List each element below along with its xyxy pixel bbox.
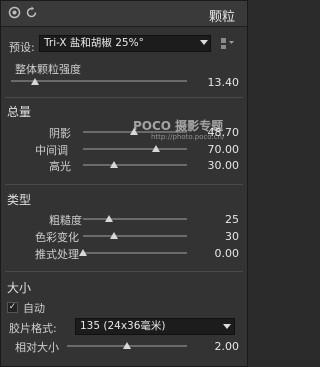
push-processing-label: 推式处理 (35, 248, 79, 261)
midtones-label: 中间调 (35, 144, 68, 157)
relative-size-thumb[interactable] (123, 342, 131, 349)
preset-menu-icon[interactable] (218, 35, 238, 52)
color-variation-thumb[interactable] (110, 232, 119, 239)
panel-header: 颗粒 (1, 1, 247, 27)
section-divider (5, 184, 243, 185)
push-processing-value[interactable]: 0.00 (189, 247, 240, 260)
reset-icon[interactable] (25, 6, 38, 19)
overall-strength-thumb[interactable] (30, 78, 39, 85)
film-format-label: 胶片格式: (9, 322, 57, 335)
watermark-url: http://photo.poco.cn/ (151, 133, 225, 141)
push-processing-track[interactable] (83, 252, 187, 254)
roughness-value[interactable]: 25 (189, 213, 239, 226)
chevron-down-icon (223, 324, 231, 329)
amount-section-title: 总量 (7, 105, 32, 119)
type-section-title: 类型 (7, 193, 32, 207)
color-variation-track[interactable] (83, 235, 187, 237)
roughness-thumb[interactable] (105, 215, 113, 222)
preset-dropdown[interactable]: Tri-X 盐和胡椒 25%° (39, 35, 211, 52)
highlights-value[interactable]: 30.00 (189, 159, 240, 172)
section-divider (5, 97, 243, 98)
roughness-track[interactable] (83, 218, 187, 220)
circle-toggle-icon[interactable] (8, 6, 21, 19)
relative-size-value[interactable]: 2.00 (189, 340, 240, 353)
midtones-value[interactable]: 70.00 (189, 143, 240, 156)
size-section-title: 大小 (7, 281, 32, 295)
panel-title: 颗粒 (208, 10, 235, 25)
highlights-thumb[interactable] (110, 161, 119, 168)
film-format-dropdown[interactable]: 135 (24x36毫米) (75, 318, 235, 335)
color-variation-label: 色彩变化 (35, 231, 79, 244)
overall-strength-value[interactable]: 13.40 (189, 76, 240, 89)
push-processing-thumb[interactable] (79, 249, 87, 256)
watermark-brand: POCO 摄影专题 (133, 119, 224, 133)
color-variation-value[interactable]: 30 (189, 230, 239, 243)
midtones-thumb[interactable] (151, 145, 160, 152)
section-divider (5, 271, 243, 272)
shadows-label: 阴影 (49, 127, 71, 140)
highlights-label: 高光 (49, 160, 71, 173)
grain-panel: 颗粒 预设: Tri-X 盐和胡椒 25%° 整体颗粒强度 13.40 总量 阴… (0, 0, 248, 367)
highlights-track[interactable] (83, 164, 187, 166)
relative-size-label: 相对大小 (15, 341, 59, 354)
auto-label: 自动 (23, 302, 45, 315)
midtones-track[interactable] (83, 148, 187, 150)
roughness-label: 粗糙度 (49, 214, 82, 227)
preset-label: 预设: (9, 41, 35, 54)
chevron-down-icon (200, 40, 208, 45)
overall-strength-label: 整体颗粒强度 (15, 63, 81, 76)
auto-checkbox[interactable]: ✓ (7, 302, 18, 313)
